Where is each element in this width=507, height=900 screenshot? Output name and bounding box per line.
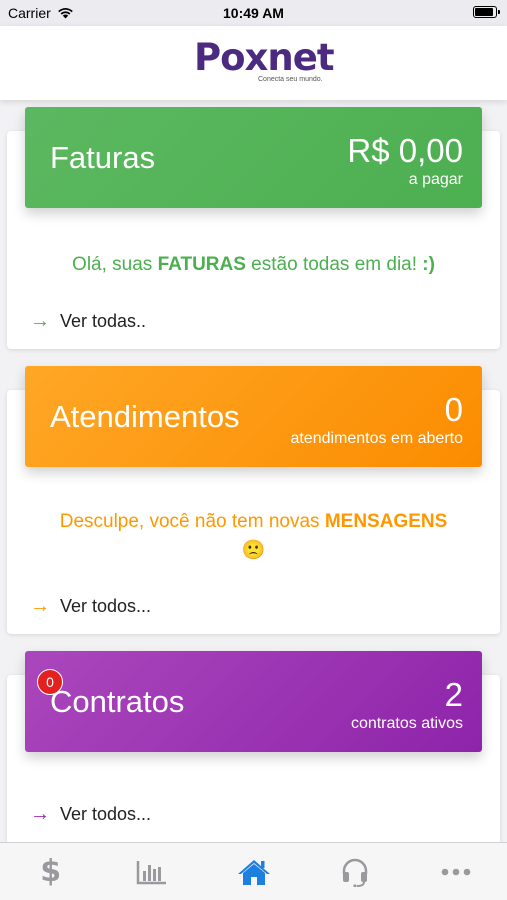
contratos-banner[interactable]: 0 Contratos 2 contratos ativos bbox=[25, 651, 482, 752]
arrow-right-icon: → bbox=[30, 803, 50, 825]
poxnet-logo: Poxnet Conecta seu mundo. bbox=[194, 36, 335, 84]
status-bar: Carrier 10:49 AM bbox=[0, 0, 507, 26]
atendimentos-banner[interactable]: Atendimentos 0 atendimentos em aberto bbox=[25, 366, 482, 467]
contratos-count: 2 bbox=[444, 676, 463, 713]
faturas-link-label: Ver todas.. bbox=[60, 311, 147, 331]
bar-chart-icon bbox=[136, 860, 167, 884]
more-icon bbox=[442, 868, 471, 875]
status-time: 10:49 AM bbox=[223, 5, 284, 21]
contratos-sub: contratos ativos bbox=[350, 715, 463, 732]
faturas-view-all-link[interactable]: → Ver todas.. bbox=[30, 310, 146, 333]
battery-icon bbox=[473, 6, 500, 18]
notification-badge: 0 bbox=[37, 669, 63, 695]
atendimentos-sub: atendimentos em aberto bbox=[290, 430, 463, 447]
tab-bar: $ bbox=[0, 842, 507, 900]
contratos-link-label: Ver todos... bbox=[60, 804, 152, 824]
faturas-message: Olá, suas FATURAS estão todas em dia! :) bbox=[7, 251, 500, 279]
contratos-view-all-link[interactable]: → Ver todos... bbox=[30, 803, 151, 826]
contratos-title: Contratos bbox=[50, 683, 185, 719]
atendimentos-view-all-link[interactable]: → Ver todos... bbox=[30, 595, 151, 618]
atendimentos-message: Desculpe, você não tem novas MENSAGENS 🙁 bbox=[7, 508, 500, 565]
arrow-right-icon: → bbox=[30, 310, 50, 332]
atendimentos-title: Atendimentos bbox=[50, 398, 240, 434]
headset-icon bbox=[342, 858, 368, 887]
faturas-message-pre: Olá, suas bbox=[72, 254, 158, 275]
sad-face-icon: 🙁 bbox=[241, 539, 266, 561]
tab-atendimento[interactable] bbox=[304, 843, 405, 900]
logo-tagline: Conecta seu mundo. bbox=[258, 76, 323, 83]
faturas-message-post: estão todas em dia! bbox=[245, 254, 423, 275]
tab-more[interactable] bbox=[406, 843, 507, 900]
faturas-sub: a pagar bbox=[408, 171, 463, 188]
logo-text: Poxnet bbox=[194, 36, 335, 79]
home-icon bbox=[237, 859, 270, 885]
tab-faturas[interactable]: $ bbox=[0, 843, 101, 900]
app-header: Poxnet Conecta seu mundo. bbox=[0, 26, 507, 100]
arrow-right-icon: → bbox=[30, 595, 50, 617]
dollar-icon: $ bbox=[40, 854, 62, 889]
faturas-banner[interactable]: Faturas R$ 0,00 a pagar bbox=[25, 107, 482, 208]
atendimentos-message-bold: MENSAGENS bbox=[324, 511, 448, 532]
tab-consumo[interactable] bbox=[101, 843, 202, 900]
faturas-title: Faturas bbox=[50, 139, 156, 175]
faturas-amount: R$ 0,00 bbox=[347, 132, 463, 169]
atendimentos-link-label: Ver todos... bbox=[60, 596, 152, 616]
atendimentos-count: 0 bbox=[444, 391, 463, 428]
tab-home[interactable] bbox=[203, 843, 304, 900]
faturas-message-smiley: :) bbox=[422, 254, 435, 275]
atendimentos-message-pre: Desculpe, você não tem novas bbox=[59, 511, 325, 532]
faturas-message-bold: FATURAS bbox=[157, 254, 246, 275]
